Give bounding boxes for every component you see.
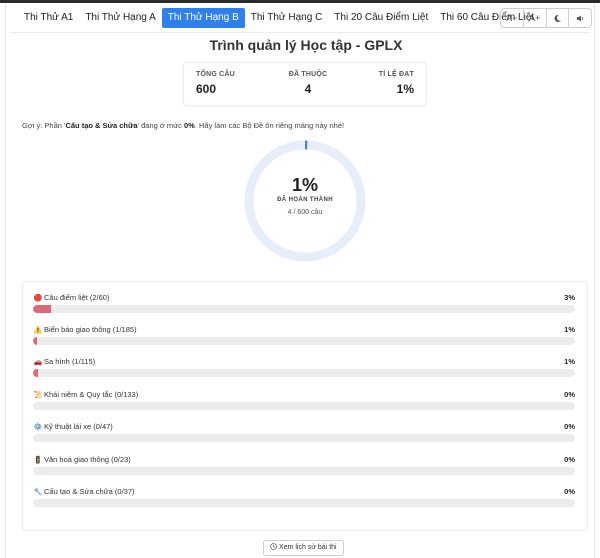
category-progress-bar bbox=[33, 337, 575, 345]
category-label: ⚠️ Biển báo giao thông (1/185) bbox=[33, 325, 137, 334]
category-name: Sa hình (1/115) bbox=[44, 357, 96, 366]
stats-card: TỔNG CÂU 600 ĐÃ THUỘC 4 TỈ LỆ ĐẠT 1% bbox=[183, 62, 427, 106]
warning-icon: ⚠️ bbox=[33, 327, 43, 334]
font-increase-button[interactable]: A+ bbox=[524, 9, 547, 27]
progress-ring: 1% ĐÃ HOÀN THÀNH 4 / 600 câu bbox=[243, 139, 367, 263]
category-progress-bar bbox=[33, 499, 575, 507]
category-row: 🚗 Sa hình (1/115) 1% bbox=[33, 357, 575, 387]
scroll-icon: 📜 bbox=[33, 392, 43, 399]
category-progress-fill bbox=[33, 369, 38, 377]
history-button[interactable]: Xem lịch sử bài thi bbox=[263, 540, 344, 556]
category-progress-bar bbox=[33, 305, 575, 313]
speaker-icon bbox=[576, 14, 583, 22]
progress-label: ĐÃ HOÀN THÀNH bbox=[277, 197, 333, 203]
stat-learned: ĐÃ THUỘC 4 bbox=[287, 71, 329, 96]
category-name: Văn hoá giao thông (0/23) bbox=[44, 455, 131, 464]
stat-learned-value: 4 bbox=[304, 82, 312, 96]
category-progress-fill bbox=[33, 337, 37, 345]
hint-middle: ' đang ở mức bbox=[137, 121, 184, 130]
category-name: Khái niệm & Quy tắc (0/133) bbox=[44, 390, 139, 399]
category-progress-bar bbox=[33, 467, 575, 475]
category-name: Cấu tạo & Sửa chữa (0/37) bbox=[44, 487, 135, 496]
sound-button[interactable] bbox=[569, 9, 591, 27]
car-icon: 🚗 bbox=[33, 359, 43, 366]
category-percent: 0% bbox=[564, 487, 575, 496]
traffic-light-icon: 🚦 bbox=[33, 457, 43, 464]
category-row: ⚠️ Biển báo giao thông (1/185) 1% bbox=[33, 325, 575, 355]
category-label: 🚦 Văn hoá giao thông (0/23) bbox=[33, 455, 131, 464]
stat-total: TỔNG CÂU 600 bbox=[196, 71, 235, 96]
category-name: Kỹ thuật lái xe (0/47) bbox=[44, 422, 113, 431]
stat-total-value: 600 bbox=[196, 82, 217, 96]
exam-tabs: Thi Thử A1 Thi Thử Hạng A Thi Thử Hạng B… bbox=[18, 8, 540, 28]
stat-learned-label: ĐÃ THUỘC bbox=[288, 71, 328, 78]
wrench-icon: 🔧 bbox=[33, 489, 43, 496]
category-label: 🚗 Sa hình (1/115) bbox=[33, 357, 96, 366]
history-button-label: Xem lịch sử bài thi bbox=[279, 544, 337, 551]
category-progress-bar bbox=[33, 369, 575, 377]
gear-icon: ⚙️ bbox=[33, 424, 43, 431]
hint-category: Cấu tạo & Sửa chữa bbox=[65, 121, 138, 130]
category-row: 🔧 Cấu tạo & Sửa chữa (0/37) 0% bbox=[33, 487, 575, 517]
category-name: Biển báo giao thông (1/185) bbox=[44, 325, 137, 334]
tab-divider bbox=[10, 32, 590, 33]
category-name: Câu điểm liệt (2/60) bbox=[44, 293, 110, 302]
tab-thi-thu-a1[interactable]: Thi Thử A1 bbox=[18, 8, 79, 28]
tab-thi-thu-hang-b[interactable]: Thi Thử Hạng B bbox=[161, 8, 245, 28]
dark-mode-button[interactable] bbox=[547, 9, 570, 27]
category-row: 🚦 Văn hoá giao thông (0/23) 0% bbox=[33, 455, 575, 485]
stat-pass-rate-value: 1% bbox=[396, 82, 414, 96]
category-progress-bar bbox=[33, 402, 575, 410]
page-title: Trình quản lý Học tập - GPLX bbox=[209, 37, 403, 53]
hint-level: 0% bbox=[183, 121, 195, 130]
display-toolbar: A− A+ bbox=[500, 8, 592, 28]
category-label: 🔧 Cấu tạo & Sửa chữa (0/37) bbox=[33, 487, 135, 496]
study-hint: Gợi ý: Phần 'Cấu tạo & Sửa chữa' đang ở … bbox=[22, 121, 344, 130]
stat-pass-rate: TỈ LỆ ĐẠT 1% bbox=[379, 71, 414, 96]
category-progress-panel: 🔴 Câu điểm liệt (2/60) 3% ⚠️ Biển báo giao… bbox=[22, 281, 588, 531]
red-circle-icon: 🔴 bbox=[33, 295, 43, 302]
hint-suffix: . Hãy làm các Bộ Đề ôn riêng mảng này nh… bbox=[194, 121, 345, 130]
category-label: 📜 Khái niệm & Quy tắc (0/133) bbox=[33, 390, 139, 399]
category-row: 📜 Khái niệm & Quy tắc (0/133) 0% bbox=[33, 390, 575, 420]
category-row: 🔴 Câu điểm liệt (2/60) 3% bbox=[33, 293, 575, 323]
progress-ring-text: 1% ĐÃ HOÀN THÀNH 4 / 600 câu bbox=[243, 139, 367, 263]
moon-icon bbox=[554, 14, 561, 22]
tab-thi-20-cau-diem-liet[interactable]: Thi 20 Câu Điểm Liệt bbox=[328, 8, 434, 28]
category-percent: 3% bbox=[564, 293, 575, 302]
category-percent: 1% bbox=[564, 357, 575, 366]
category-label: ⚙️ Kỹ thuật lái xe (0/47) bbox=[33, 422, 113, 431]
category-progress-bar bbox=[33, 434, 575, 442]
tab-thi-thu-hang-a[interactable]: Thi Thử Hạng A bbox=[79, 8, 161, 28]
progress-count: 4 / 600 câu bbox=[287, 209, 323, 216]
category-percent: 0% bbox=[564, 455, 575, 464]
category-progress-fill bbox=[33, 305, 51, 313]
category-percent: 0% bbox=[564, 390, 575, 399]
hint-prefix: Gợi ý: Phần ' bbox=[22, 121, 66, 130]
category-percent: 0% bbox=[564, 422, 575, 431]
font-decrease-button[interactable]: A− bbox=[501, 9, 524, 27]
category-row: ⚙️ Kỹ thuật lái xe (0/47) 0% bbox=[33, 422, 575, 452]
stat-pass-rate-label: TỈ LỆ ĐẠT bbox=[378, 71, 414, 78]
category-label: 🔴 Câu điểm liệt (2/60) bbox=[33, 293, 110, 302]
stat-total-label: TỔNG CÂU bbox=[196, 71, 235, 78]
clock-icon bbox=[270, 543, 277, 550]
tab-thi-thu-hang-c[interactable]: Thi Thử Hạng C bbox=[245, 8, 329, 28]
category-percent: 1% bbox=[564, 325, 575, 334]
progress-percent: 1% bbox=[291, 175, 318, 195]
